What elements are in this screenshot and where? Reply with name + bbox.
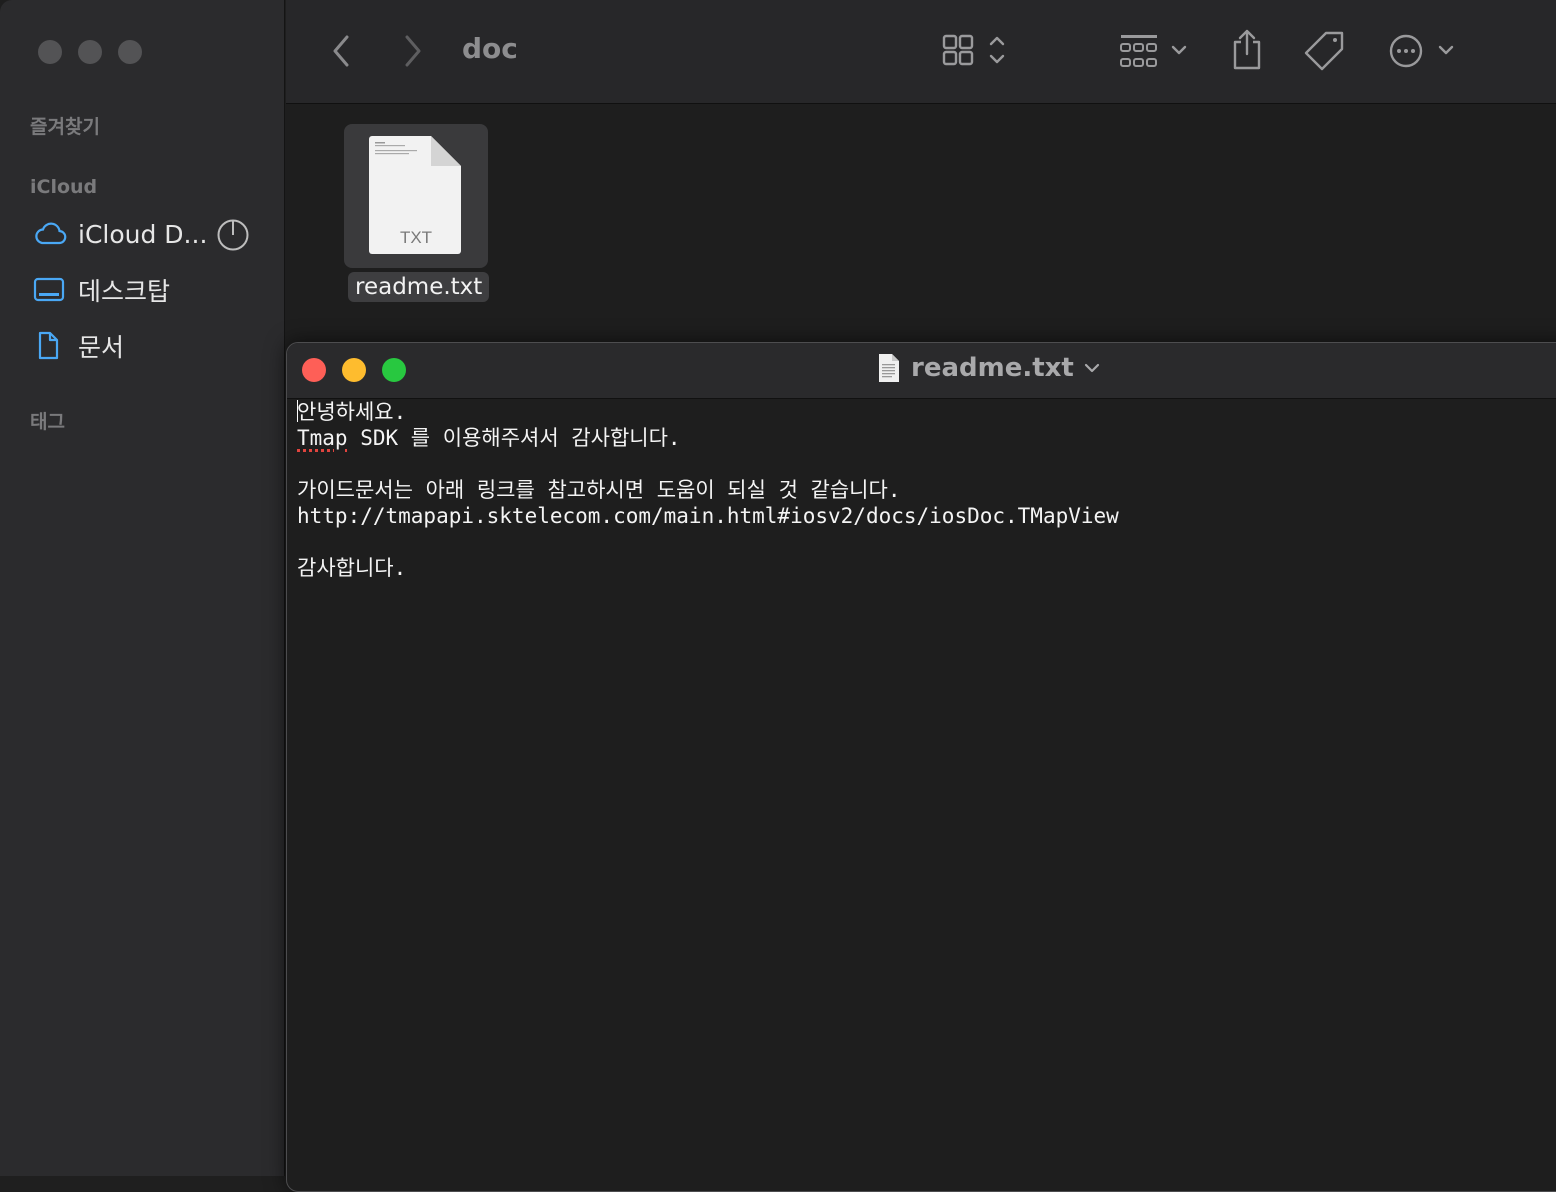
group-icon <box>1120 35 1187 67</box>
icon-view-icon <box>942 34 1005 66</box>
finder-toolbar: doc <box>286 0 1556 104</box>
close-button[interactable] <box>38 40 62 64</box>
zoom-button[interactable] <box>382 358 406 382</box>
finder-window-controls <box>38 40 142 64</box>
close-button[interactable] <box>302 358 326 382</box>
text-line: 안녕하세요. <box>297 400 407 424</box>
share-button[interactable] <box>1230 28 1264 72</box>
more-actions-button[interactable] <box>1388 32 1458 72</box>
file-name-label[interactable]: readme.txt <box>348 272 490 302</box>
text-line <box>297 529 1556 555</box>
file-item-readme[interactable]: TXT <box>344 124 488 268</box>
back-button[interactable] <box>326 34 356 68</box>
view-mode-button[interactable] <box>942 32 1012 72</box>
zoom-button[interactable] <box>118 40 142 64</box>
favorites-section-header: 즐겨찾기 <box>30 116 100 138</box>
icloud-section-header: iCloud <box>30 176 98 198</box>
text-line <box>297 451 1556 477</box>
minimize-button[interactable] <box>78 40 102 64</box>
sidebar-item-icloud-drive[interactable]: iCloud D... <box>33 214 207 254</box>
sidebar-item-documents[interactable]: 문서 <box>33 326 124 366</box>
text-line: 감사합니다. <box>297 556 407 580</box>
text-line: Tmap SDK 를 이용해주셔서 감사합니다. <box>297 426 681 450</box>
tag-icon <box>1304 31 1344 71</box>
tags-section-header: 태그 <box>30 411 65 433</box>
finder-sidebar: 즐겨찾기 iCloud iCloud D... 데스크탑 문서 태그 <box>0 0 285 1176</box>
text-line-url: http://tmapapi.sktelecom.com/main.html#i… <box>297 504 1119 528</box>
folder-title: doc <box>462 32 518 65</box>
textedit-window: readme.txt 안녕하세요. Tmap SDK 를 이용해주셔서 감사합니… <box>286 342 1556 1192</box>
tag-button[interactable] <box>1304 30 1346 72</box>
document-icon <box>33 331 67 361</box>
document-title-menu[interactable]: readme.txt <box>877 353 1100 383</box>
document-title: readme.txt <box>911 353 1074 383</box>
minimize-button[interactable] <box>342 358 366 382</box>
sidebar-item-label: 데스크탑 <box>78 277 171 306</box>
share-icon <box>1233 29 1261 70</box>
text-document-icon <box>879 354 899 382</box>
textedit-titlebar[interactable]: readme.txt <box>287 343 1556 399</box>
icloud-icon <box>33 219 67 249</box>
chevron-right-icon <box>405 35 421 67</box>
forward-button[interactable] <box>398 34 428 68</box>
desktop-icon <box>33 275 67 305</box>
text-line: 가이드문서는 아래 링크를 참고하시면 도움이 되실 것 같습니다. <box>297 478 901 502</box>
ellipsis-circle-icon <box>1389 34 1454 68</box>
misspelled-word: Tmap <box>297 426 348 450</box>
sidebar-item-label: iCloud D... <box>78 219 208 249</box>
sidebar-item-desktop[interactable]: 데스크탑 <box>33 270 170 310</box>
textedit-window-controls <box>302 358 406 382</box>
icloud-progress-icon <box>216 218 250 256</box>
sidebar-item-label: 문서 <box>78 333 125 362</box>
text-editor-area[interactable]: 안녕하세요. Tmap SDK 를 이용해주셔서 감사합니다. 가이드문서는 아… <box>297 399 1556 1191</box>
file-type-badge: TXT <box>399 228 433 247</box>
chevron-left-icon <box>333 35 349 67</box>
chevron-down-icon <box>1084 363 1099 373</box>
group-by-button[interactable] <box>1118 32 1192 72</box>
